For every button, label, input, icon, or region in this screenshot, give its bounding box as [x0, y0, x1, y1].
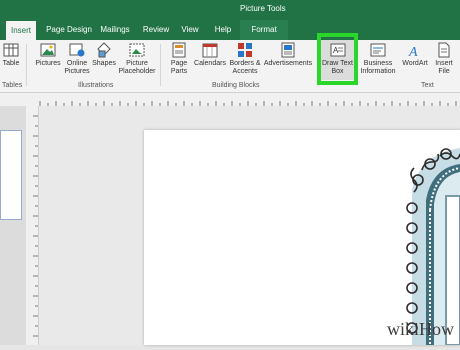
group-label-illustrations: Illustrations — [78, 82, 114, 89]
tab-insert[interactable]: Insert — [6, 21, 36, 40]
picture-tools-label: Picture Tools — [240, 4, 286, 13]
ruler-ticks — [39, 101, 457, 106]
title-bar: Picture Tools — [0, 0, 460, 20]
group-separator — [160, 44, 161, 86]
tab-view[interactable]: View — [178, 20, 202, 40]
group-label-building-blocks: Building Blocks — [212, 82, 260, 89]
calendars-label: Calendars — [194, 60, 226, 67]
horizontal-ruler[interactable] — [0, 93, 460, 107]
borders-accents-button[interactable]: Borders & Accents — [227, 40, 263, 80]
tab-format[interactable]: Format — [240, 20, 288, 40]
group-separator — [26, 44, 27, 86]
business-information-label: Business Information — [360, 60, 396, 75]
insert-file-button[interactable]: Insert File — [430, 40, 458, 80]
tab-help[interactable]: Help — [209, 20, 237, 40]
borders-accents-label: Borders & Accents — [229, 60, 261, 75]
business-information-button[interactable]: Business Information — [358, 40, 398, 80]
group-label-text: Text — [421, 82, 434, 89]
table-button[interactable]: Table — [0, 40, 22, 80]
group-label-tables: Tables — [2, 82, 23, 89]
online-pictures-label: Online Pictures — [64, 60, 90, 75]
picture-placeholder-icon — [129, 43, 145, 57]
tab-page-design[interactable]: Page Design — [42, 20, 96, 40]
ruler-ticks-vertical — [33, 115, 38, 337]
vertical-ruler[interactable] — [26, 106, 39, 345]
insert-file-label: Insert File — [435, 60, 453, 75]
online-pictures-icon — [69, 43, 85, 57]
wordart-icon: A — [408, 45, 418, 58]
table-icon — [3, 43, 19, 57]
calendars-button[interactable]: Calendars — [193, 40, 227, 80]
page-parts-label: Page Parts — [170, 60, 188, 75]
tab-review[interactable]: Review — [140, 20, 172, 40]
watermark-logo: wikiHow — [387, 319, 454, 339]
wordart-button[interactable]: A WordArt — [400, 40, 430, 80]
document-canvas[interactable]: wikiHow — [39, 106, 460, 346]
decorative-border-picture[interactable] — [144, 130, 460, 346]
page-parts-button[interactable]: Page Parts — [165, 40, 193, 80]
highlight-box — [317, 33, 358, 85]
advertisements-icon — [281, 42, 295, 58]
online-pictures-button[interactable]: Online Pictures — [63, 40, 91, 80]
picture-placeholder-label: Picture Placeholder — [118, 60, 156, 75]
shapes-icon — [97, 42, 111, 58]
pictures-label: Pictures — [35, 60, 61, 67]
insert-file-icon — [438, 42, 450, 58]
pictures-icon — [40, 43, 56, 57]
document-page[interactable] — [144, 130, 460, 346]
svg-text:A: A — [408, 45, 418, 58]
ribbon: Table Pictures Online Pictures Shapes Pi… — [0, 40, 460, 93]
page-parts-icon — [172, 42, 186, 58]
pictures-button[interactable]: Pictures — [33, 40, 63, 80]
business-information-icon — [370, 43, 386, 57]
page-thumbnail[interactable] — [0, 130, 22, 220]
advertisements-label: Advertisements — [263, 60, 313, 67]
borders-accents-icon — [238, 43, 252, 57]
advertisements-button[interactable]: Advertisements — [263, 40, 313, 80]
shapes-label: Shapes — [92, 60, 116, 67]
calendars-icon — [202, 43, 218, 58]
table-label: Table — [2, 60, 20, 67]
wordart-label: WordArt — [402, 60, 428, 67]
shapes-button[interactable]: Shapes — [91, 40, 117, 80]
page-navigation-pane — [0, 106, 26, 345]
ribbon-tab-row: Insert Page Design Mailings Review View … — [0, 20, 460, 40]
tab-mailings[interactable]: Mailings — [98, 20, 132, 40]
picture-placeholder-button[interactable]: Picture Placeholder — [118, 40, 156, 80]
